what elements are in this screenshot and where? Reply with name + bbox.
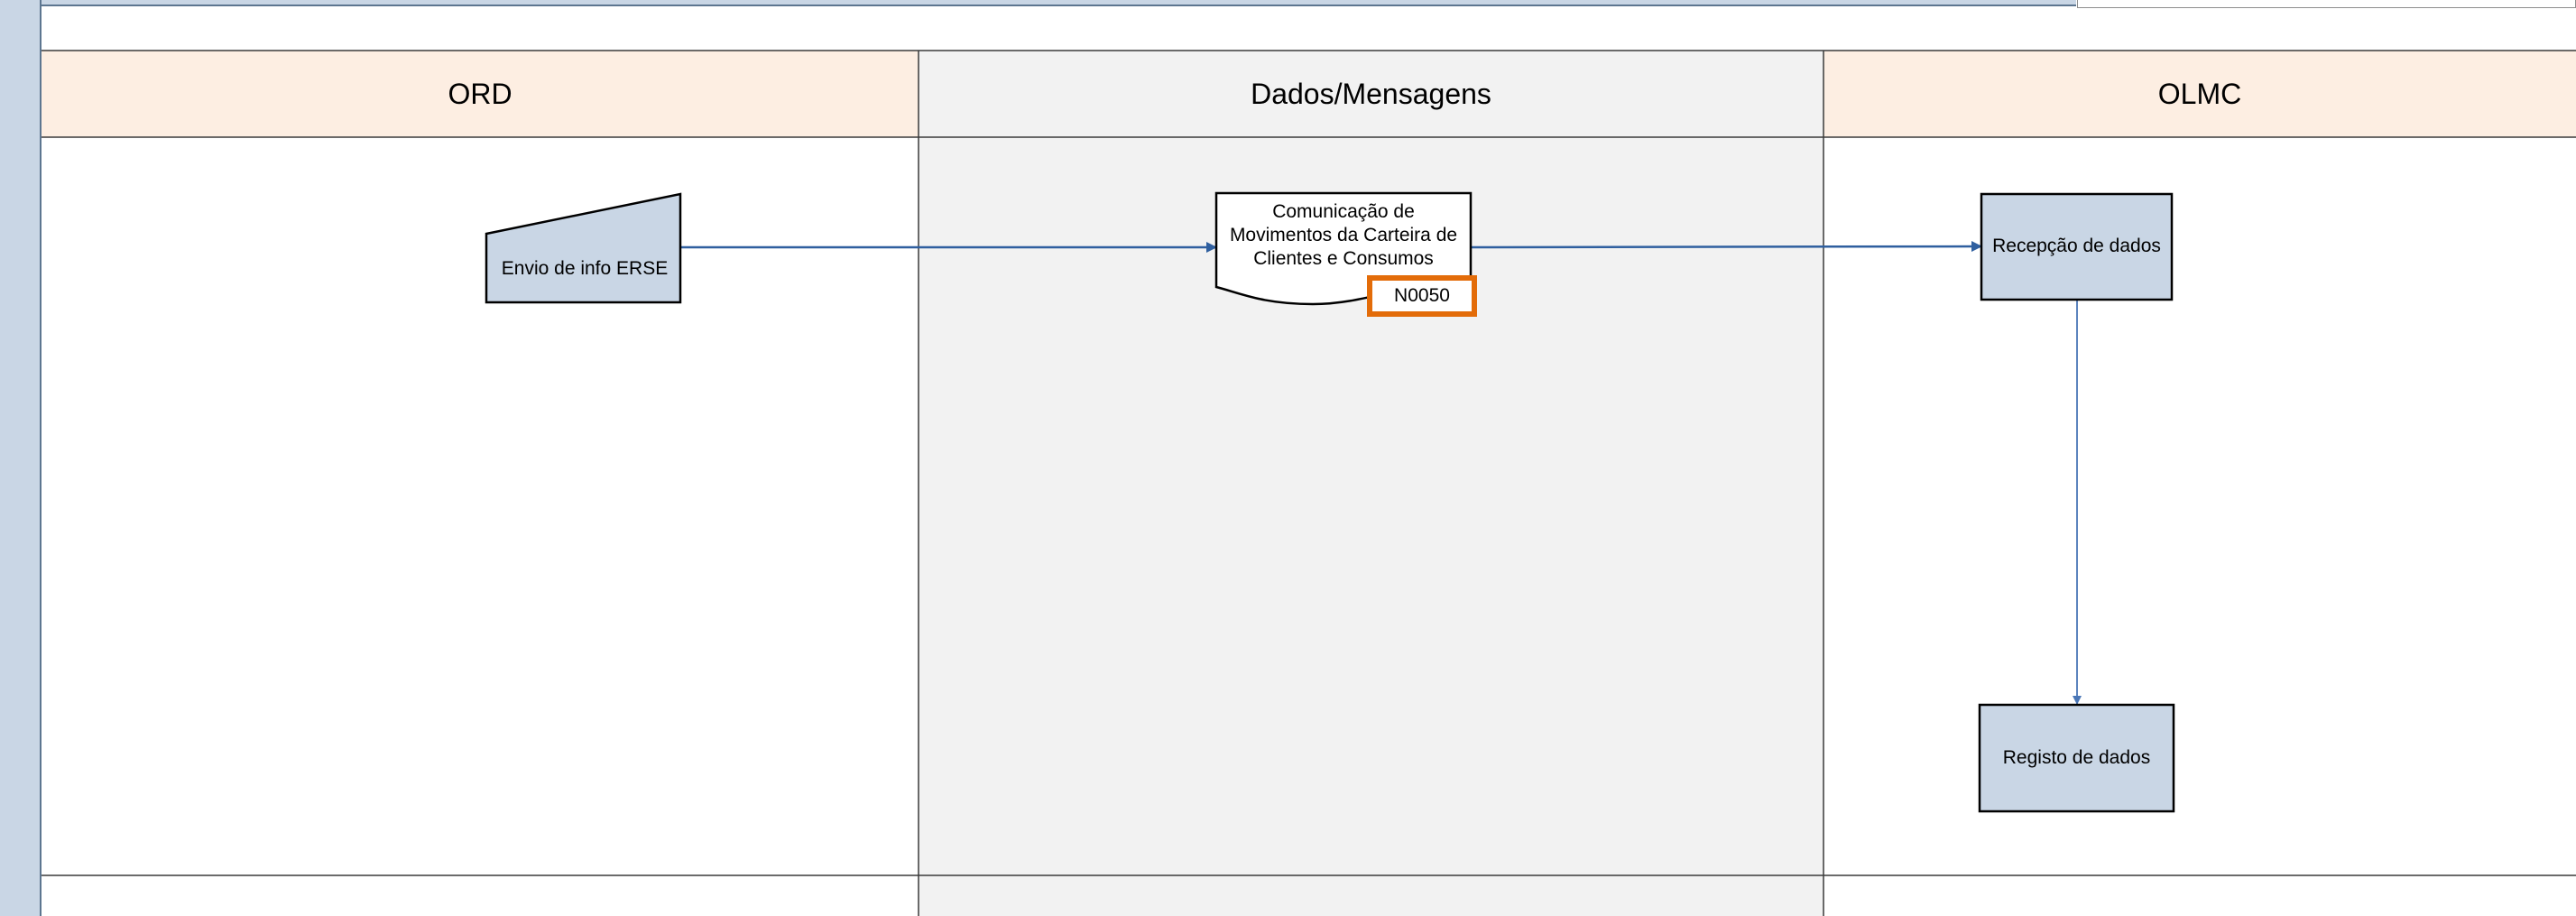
diagram-canvas: [42, 50, 2576, 916]
comunicacao-label: Comunicação de Movimentos da Carteira de…: [1229, 201, 1458, 269]
recepcao-label: Recepção de dados: [1992, 236, 2161, 257]
registo-label: Registo de dados: [2002, 746, 2151, 768]
lane-grid: [42, 50, 2576, 916]
connector-comunicacao-to-recepcao: [1470, 241, 1982, 253]
envio-label: Envio de info ERSE: [501, 257, 669, 279]
message-code-label: N0050: [1394, 284, 1450, 306]
